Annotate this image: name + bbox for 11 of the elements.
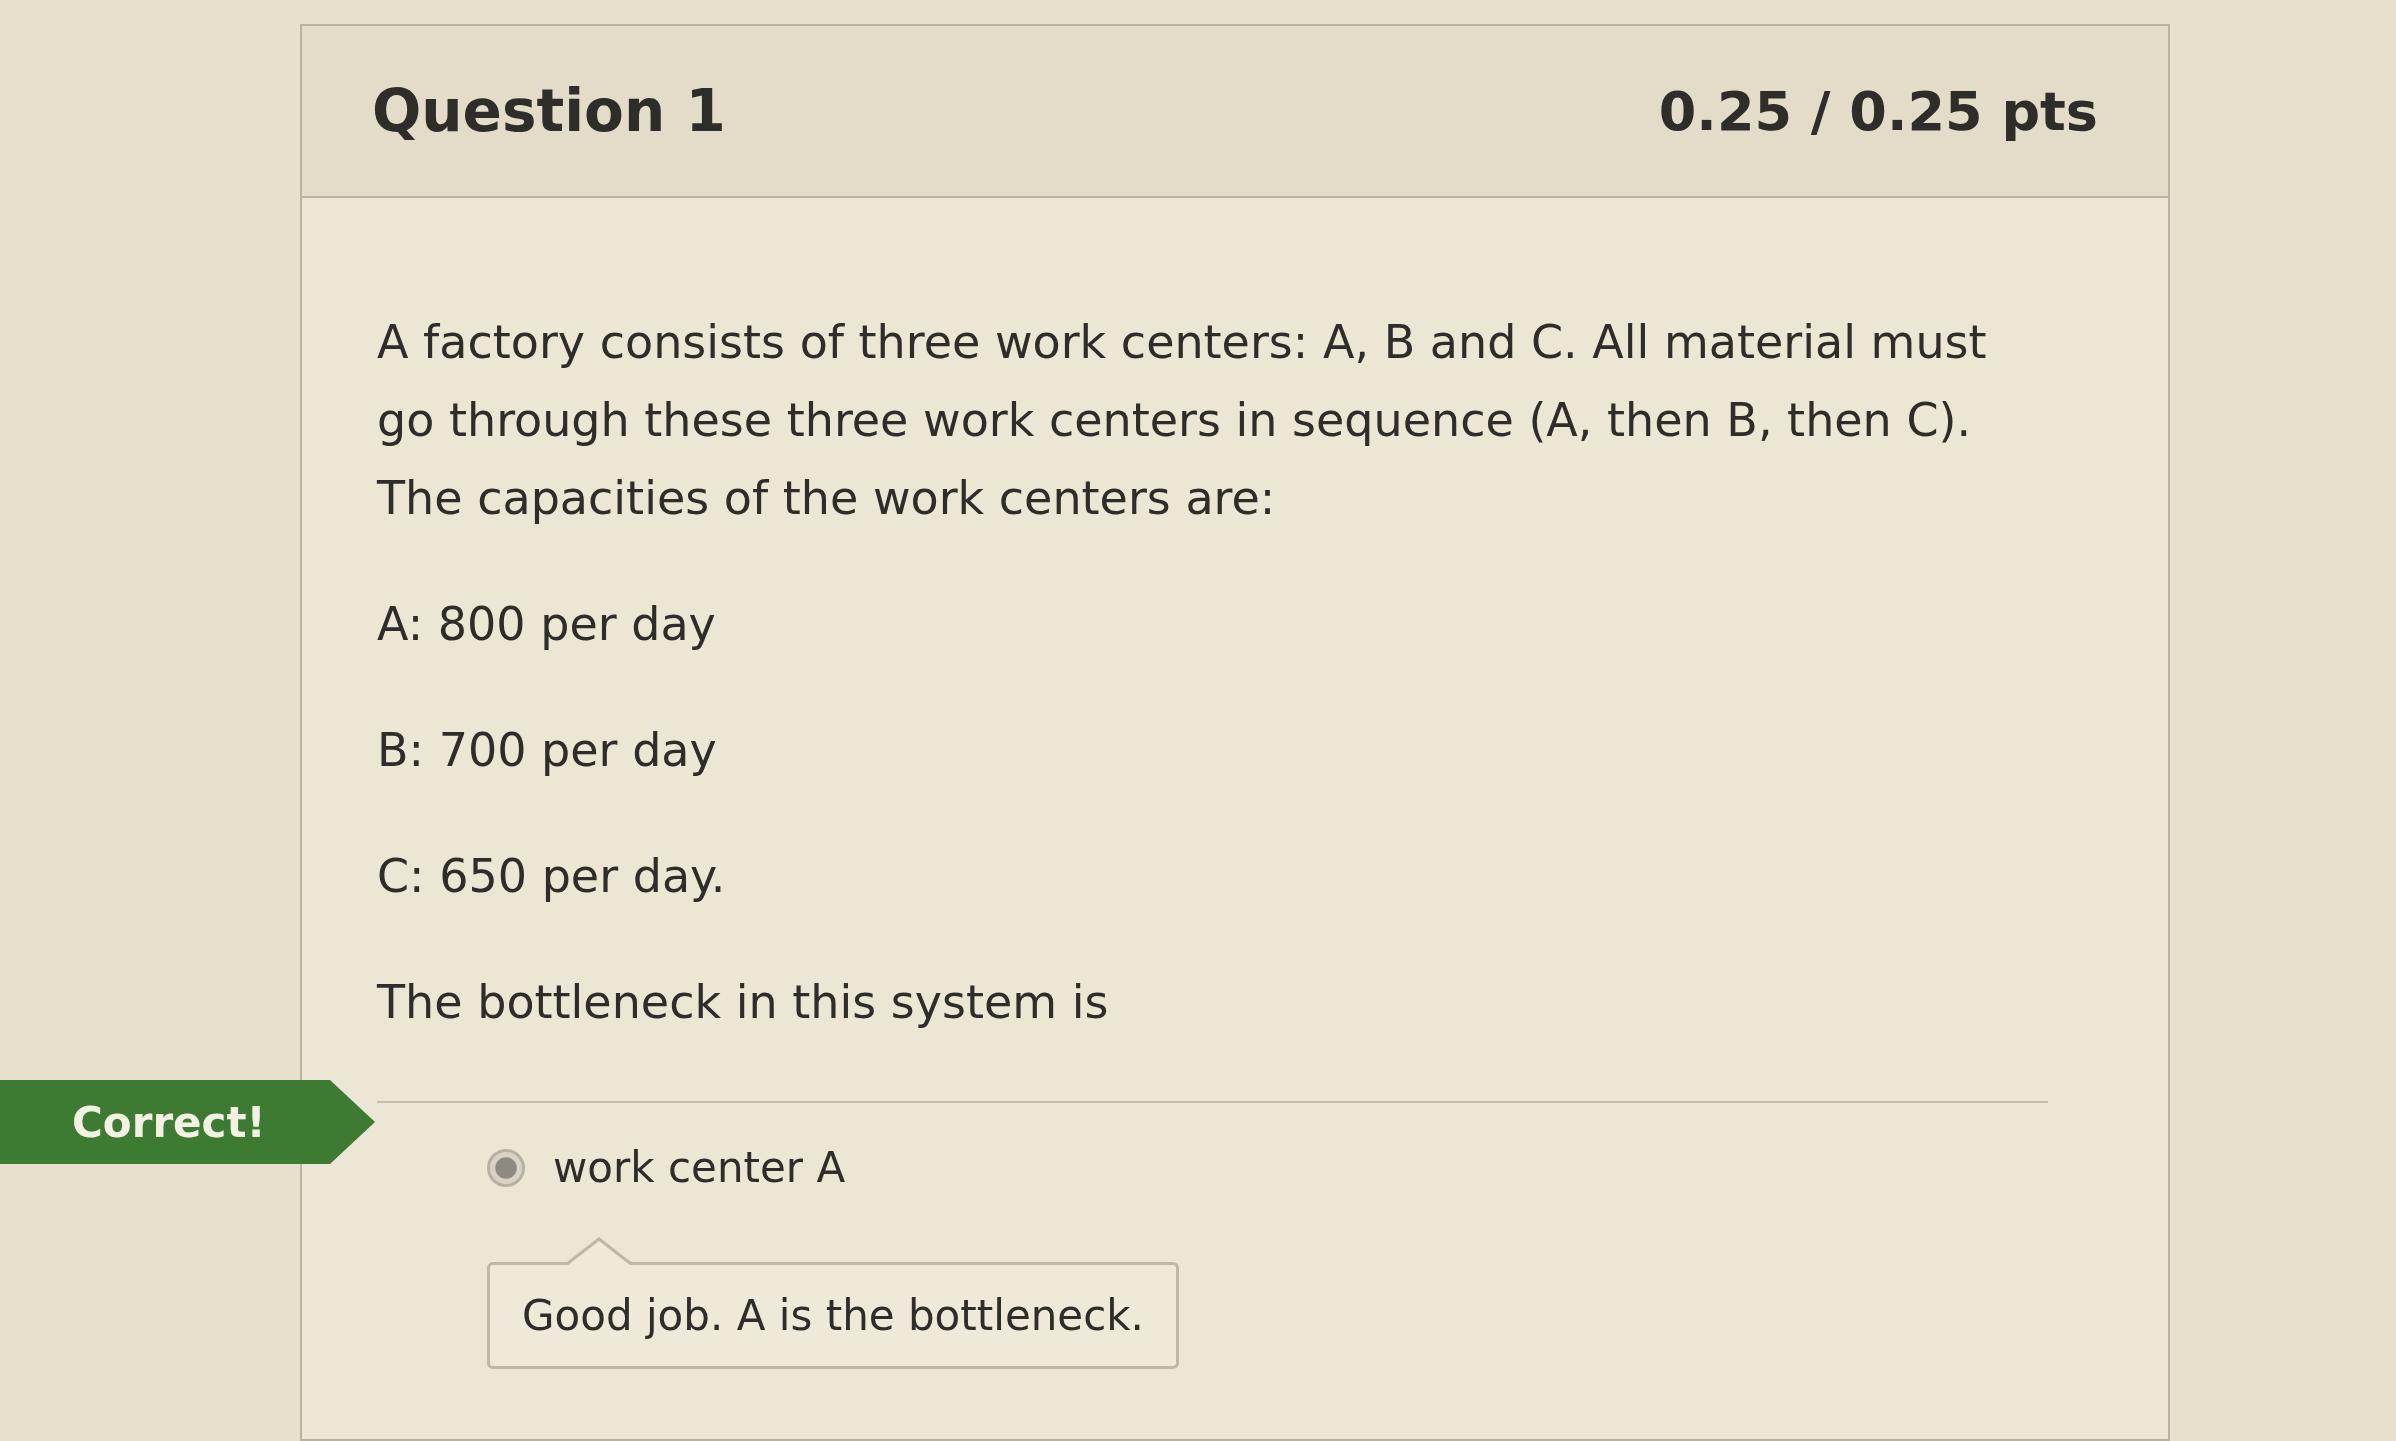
bubble-pointer (567, 1237, 631, 1265)
question-text: B: 700 per day (377, 722, 718, 779)
question-text: The bottleneck in this system is (377, 974, 1110, 1031)
question-text: A: 800 per day (377, 596, 717, 653)
question-text: A factory consists of three work centers: A, B and C. All material must go through these three work centers in sequence (A, then B, then C). The capacities of the work centers are: (377, 314, 1988, 527)
radio-button[interactable] (487, 1148, 525, 1187)
question-points: 0.25 / 0.25 pts (1658, 79, 2098, 143)
question-title: Question 1 (372, 77, 726, 145)
answer-label: work center A (553, 1143, 846, 1192)
result-flag: Correct! (0, 1080, 375, 1164)
question-text: C: 650 per day. (377, 848, 727, 905)
